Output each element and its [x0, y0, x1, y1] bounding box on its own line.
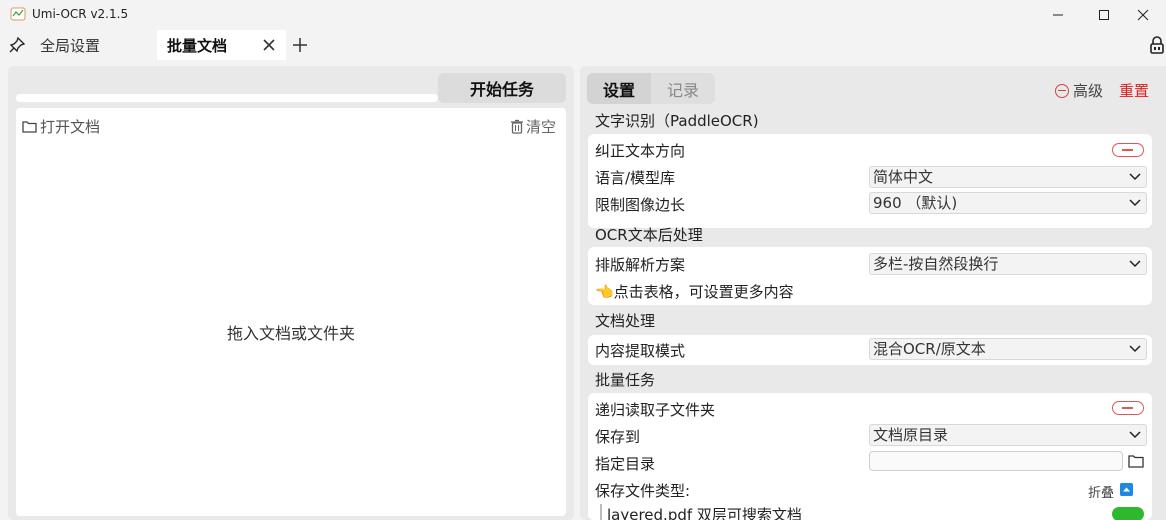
recursive-toggle[interactable] [1112, 401, 1144, 415]
add-tab-icon[interactable] [290, 35, 310, 55]
limit-size-value: 960 （默认) [873, 194, 958, 212]
language-value: 简体中文 [873, 168, 934, 186]
section-title-ocr: 文字识别（PaddleOCR) [595, 112, 759, 130]
layout-scheme-value: 多栏-按自然段换行 [873, 255, 999, 273]
save-to-label: 保存到 [595, 428, 641, 446]
task-panel: 开始任务 打开文档 清空 拖入文档或文件夹 [8, 66, 574, 520]
layered-pdf-label: layered.pdf 双层可搜索文档 [600, 504, 802, 520]
close-window-button[interactable] [1120, 0, 1166, 30]
file-drop-area[interactable]: 打开文档 清空 拖入文档或文件夹 [16, 108, 566, 516]
minimize-icon [1053, 14, 1063, 16]
start-task-button[interactable]: 开始任务 [438, 73, 566, 103]
directory-input[interactable] [869, 451, 1123, 471]
trash-icon [511, 119, 523, 134]
close-icon [1137, 9, 1149, 21]
advanced-label: 高级 [1073, 82, 1104, 100]
app-logo-icon [10, 7, 26, 21]
layout-scheme-select[interactable]: 多栏-按自然段换行 [869, 253, 1147, 275]
settings-panel: 设置 记录 高级 重置 文字识别（PaddleOCR) 纠正文本方向 语言/模型… [580, 66, 1166, 520]
tab-batch-documents[interactable]: 批量文档 [157, 30, 286, 60]
tab-label: 全局设置 [40, 36, 101, 55]
directory-label: 指定目录 [595, 455, 656, 473]
chevron-down-icon [1129, 431, 1141, 439]
chevron-down-icon [1129, 199, 1141, 207]
close-tab-icon[interactable] [260, 36, 278, 54]
tab-label: 批量文档 [167, 36, 228, 55]
reset-button[interactable]: 重置 [1119, 80, 1149, 101]
chevron-down-icon [1129, 345, 1141, 353]
chevron-down-icon [1129, 260, 1141, 268]
correct-orientation-label: 纠正文本方向 [595, 142, 686, 160]
section-title-batch: 批量任务 [595, 371, 656, 389]
window-title: Umi-OCR v2.1.5 [32, 7, 129, 21]
open-document-label: 打开文档 [40, 118, 101, 136]
ocr-settings-group: 纠正文本方向 语言/模型库 简体中文 限制图像边长 960 （默认) [588, 134, 1152, 228]
limit-size-select[interactable]: 960 （默认) [869, 192, 1147, 214]
maximize-icon [1099, 10, 1109, 20]
doc-settings-group: 内容提取模式 混合OCR/原文本 [588, 335, 1152, 365]
fold-label[interactable]: 折叠 [1088, 482, 1114, 501]
collapse-up-icon[interactable] [1120, 483, 1133, 496]
section-title-doc: 文档处理 [595, 312, 656, 330]
lock-icon[interactable] [1149, 35, 1165, 55]
extract-mode-label: 内容提取模式 [595, 342, 686, 360]
chevron-down-icon [1129, 173, 1141, 181]
extract-mode-value: 混合OCR/原文本 [873, 340, 986, 358]
tab-bar: 全局设置 批量文档 [0, 30, 1166, 60]
language-label: 语言/模型库 [595, 169, 676, 187]
tab-settings[interactable]: 设置 [587, 73, 651, 104]
file-type-label: 保存文件类型: [595, 482, 691, 500]
title-bar: Umi-OCR v2.1.5 [0, 0, 1166, 30]
section-title-post: OCR文本后处理 [595, 226, 703, 244]
clear-label: 清空 [526, 118, 557, 136]
folder-icon[interactable] [1128, 454, 1144, 468]
minimize-button[interactable] [1035, 0, 1081, 30]
language-select[interactable]: 简体中文 [869, 166, 1147, 188]
limit-size-label: 限制图像边长 [595, 196, 686, 214]
recursive-label: 递归读取子文件夹 [595, 401, 716, 419]
layout-scheme-label: 排版解析方案 [595, 256, 686, 274]
tab-record[interactable]: 记录 [651, 73, 715, 104]
save-to-value: 文档原目录 [873, 426, 949, 444]
open-document-button[interactable]: 打开文档 [22, 116, 100, 137]
drop-hint: 拖入文档或文件夹 [226, 324, 355, 343]
layered-pdf-toggle[interactable] [1112, 507, 1144, 520]
post-settings-group: 排版解析方案 多栏-按自然段换行 👈点击表格，可设置更多内容 [588, 247, 1152, 305]
table-tip: 👈点击表格，可设置更多内容 [595, 283, 794, 301]
minus-circle-icon [1055, 83, 1069, 98]
save-to-select[interactable]: 文档原目录 [869, 424, 1147, 446]
correct-orientation-toggle[interactable] [1112, 143, 1144, 157]
advanced-toggle[interactable]: 高级 [1055, 80, 1103, 101]
progress-bar [16, 94, 438, 102]
extract-mode-select[interactable]: 混合OCR/原文本 [869, 338, 1147, 360]
folder-icon [22, 121, 37, 133]
batch-settings-group: 递归读取子文件夹 保存到 文档原目录 指定目录 保存文件类型: 折叠 layer… [588, 393, 1152, 520]
clear-button[interactable]: 清空 [510, 116, 556, 137]
tab-global-settings[interactable]: 全局设置 [32, 30, 154, 60]
pin-icon[interactable] [8, 36, 26, 54]
